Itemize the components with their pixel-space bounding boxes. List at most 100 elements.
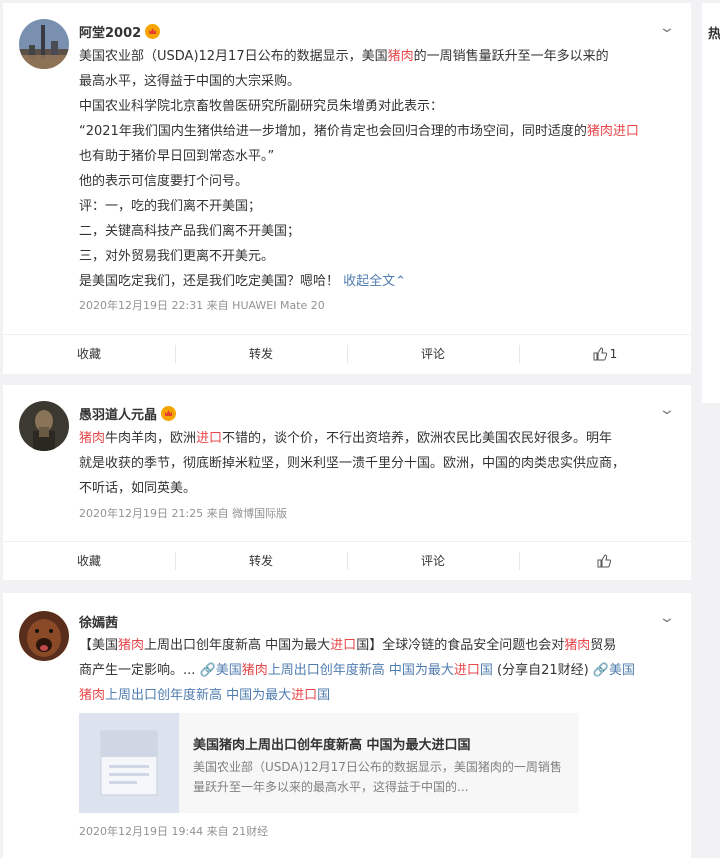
favorite-label: 收藏 <box>76 347 101 361</box>
favorite-button[interactable]: 收藏 <box>3 335 175 372</box>
comment-label: 评论 <box>420 554 445 568</box>
link-preview-card[interactable]: 美国猪肉上周出口创年度新高 中国为最大进口国 美国农业部（USDA)12月17日… <box>79 713 579 813</box>
keyword-highlight: 进口 <box>291 688 318 703</box>
text-run: 他的表示可信度要打个问号。 <box>79 174 249 189</box>
inline-link[interactable]: 国 <box>480 663 493 678</box>
chevron-down-icon[interactable]: ⌄ <box>658 402 676 418</box>
repost-button[interactable]: 转发 <box>175 542 347 579</box>
text-run: 牛肉羊肉，欧洲 <box>105 431 197 446</box>
favorite-button[interactable]: 收藏 <box>3 542 175 579</box>
post-text: 【美国猪肉上周出口创年度新高 中国为最大进口国】全球冷链的食品安全问题也会对猪肉… <box>79 633 677 708</box>
comment-button[interactable]: 评论 <box>347 542 519 579</box>
username[interactable]: 愚羽道人元晶 <box>79 404 177 423</box>
text-run: (分享自21财经) <box>492 663 593 678</box>
text-run: 是美国吃定我们，还是我们吃定美国？嗯哈！ <box>79 274 344 289</box>
preview-description: 美国农业部（USDA)12月17日公布的数据显示，美国猪肉的一周销售量跃升至一年… <box>193 760 562 794</box>
username[interactable]: 徐嫣茜 <box>79 612 118 631</box>
inline-link[interactable]: 国 <box>317 688 330 703</box>
favorite-label: 收藏 <box>76 554 101 568</box>
repost-label: 转发 <box>248 554 273 568</box>
post-text-line: 猪肉上周出口创年度新高 中国为最大进口国 <box>79 683 677 708</box>
text-run: 二，关键高科技产品我们离不开美国； <box>79 224 301 239</box>
repost-button[interactable]: 转发 <box>175 335 347 372</box>
post-text-line: 就是收获的季节，彻底断掉米粒坚，则米利坚一溃千里分十国。欧洲，中国的肉类忠实供应… <box>79 451 677 476</box>
keyword-highlight: 猪肉进口 <box>586 124 639 139</box>
text-run: 最高水平，这得益于中国的大宗采购。 <box>79 74 301 89</box>
text-run: 三，对外贸易我们更离不开美元。 <box>79 249 275 264</box>
post-meta: 2020年12月19日 21:25 来自 微博国际版 <box>79 507 288 520</box>
post-text-line: “2021年我们国内生猪供给进一步增加，猪价肯定也会回归合理的市场空间，同时适度… <box>79 119 677 144</box>
post-text-line: 猪肉牛肉羊肉，欧洲进口不错的，谈个价，不行出资培养，欧洲农民比美国农民好很多。明… <box>79 426 677 451</box>
post-text-line: 是美国吃定我们，还是我们吃定美国？嗯哈！ 收起全文⌃ <box>79 269 677 294</box>
chevron-down-icon[interactable]: ⌄ <box>658 610 676 626</box>
action-bar: 收藏 转发 评论 <box>3 541 691 579</box>
vip-crown-icon <box>161 406 177 421</box>
inline-link[interactable]: 🔗美国 <box>593 663 635 678</box>
keyword-highlight: 进口 <box>196 431 223 446</box>
inline-link[interactable]: ⌃ <box>395 274 406 289</box>
avatar[interactable] <box>19 611 69 661</box>
post-card: 徐嫣茜 ⌄ 【美国猪肉上周出口创年度新高 中国为最大进口国】全球冷链的食品安全问… <box>3 593 691 858</box>
keyword-highlight: 猪肉 <box>79 688 106 703</box>
text-run: 的一周销售量跃升至一年多以来的 <box>413 49 609 64</box>
avatar[interactable] <box>19 401 69 451</box>
post-meta: 2020年12月19日 22:31 来自 HUAWEI Mate 20 <box>79 299 325 312</box>
text-run: 国】全球冷链的食品安全问题也会对 <box>356 638 565 653</box>
action-bar: 收藏 转发 评论 1 <box>3 334 691 372</box>
thumbs-up-icon <box>597 553 611 567</box>
post-text-line: 评：一，吃的我们离不开美国； <box>79 194 677 219</box>
inline-link[interactable]: 🔗美国 <box>200 663 242 678</box>
text-run: 【美国 <box>79 638 119 653</box>
avatar[interactable] <box>19 19 69 69</box>
text-run: 不错的，谈个价，不行出资培养，欧洲农民比美国农民好很多。明年 <box>222 431 613 446</box>
right-sidebar: 热 <box>702 3 720 403</box>
keyword-highlight: 猪肉 <box>241 663 268 678</box>
inline-link[interactable]: 上周出口创年度新高 中国为最大 <box>268 663 454 678</box>
sidebar-label: 热 <box>708 27 720 42</box>
text-run: 就是收获的季节，彻底断掉米粒坚，则米利坚一溃千里分十国。欧洲，中国的肉类忠实供应… <box>79 456 626 471</box>
comment-label: 评论 <box>420 347 445 361</box>
keyword-highlight: 进口 <box>453 663 480 678</box>
keyword-highlight: 猪肉 <box>79 431 106 446</box>
vip-crown-icon <box>145 24 161 39</box>
post-text-line: 不听话，如同英美。 <box>79 476 677 501</box>
post-text-line: 他的表示可信度要打个问号。 <box>79 169 677 194</box>
text-run: “2021年我们国内生猪供给进一步增加，猪价肯定也会回归合理的市场空间，同时适度… <box>79 124 587 139</box>
inline-link[interactable]: 收起全文 <box>343 274 395 289</box>
inline-link[interactable]: 上周出口创年度新高 中国为最大 <box>105 688 291 703</box>
text-run: 也有助于猪价早日回到常态水平。” <box>79 149 275 164</box>
chevron-down-icon[interactable]: ⌄ <box>658 20 676 36</box>
text-run: 上周出口创年度新高 中国为最大 <box>144 638 331 653</box>
post-text-line: 最高水平，这得益于中国的大宗采购。 <box>79 69 677 94</box>
text-run: 商产生一定影响。... <box>79 663 200 678</box>
keyword-highlight: 猪肉 <box>118 638 145 653</box>
post-text-line: 【美国猪肉上周出口创年度新高 中国为最大进口国】全球冷链的食品安全问题也会对猪肉… <box>79 633 677 658</box>
image-placeholder-icon <box>79 713 179 813</box>
post-text-line: 二，关键高科技产品我们离不开美国； <box>79 219 677 244</box>
post-text: 美国农业部（USDA)12月17日公布的数据显示，美国猪肉的一周销售量跃升至一年… <box>79 44 677 294</box>
keyword-highlight: 进口 <box>330 638 357 653</box>
post-text-line: 中国农业科学院北京畜牧兽医研究所副研究员朱增勇对此表示： <box>79 94 677 119</box>
post-text-line: 商产生一定影响。... 🔗美国猪肉上周出口创年度新高 中国为最大进口国 (分享自… <box>79 658 677 683</box>
post-text: 猪肉牛肉羊肉，欧洲进口不错的，谈个价，不行出资培养，欧洲农民比美国农民好很多。明… <box>79 426 677 501</box>
username[interactable]: 阿堂2002 <box>79 22 161 41</box>
preview-title: 美国猪肉上周出口创年度新高 中国为最大进口国 <box>193 738 471 753</box>
repost-label: 转发 <box>248 347 273 361</box>
keyword-highlight: 猪肉 <box>564 638 591 653</box>
post-meta: 2020年12月19日 19:44 来自 21财经 <box>79 825 269 838</box>
post-text-line: 也有助于猪价早日回到常态水平。” <box>79 144 677 169</box>
text-run: 美国农业部（USDA)12月17日公布的数据显示，美国 <box>79 49 388 64</box>
text-run: 贸易 <box>590 638 617 653</box>
post-text-line: 三，对外贸易我们更离不开美元。 <box>79 244 677 269</box>
post-card: 阿堂2002 ⌄ 美国农业部（USDA)12月17日公布的数据显示，美国猪肉的一… <box>3 3 691 374</box>
text-run: 不听话，如同英美。 <box>79 481 197 496</box>
like-button[interactable] <box>519 542 691 579</box>
like-count: 1 <box>609 346 618 361</box>
post-card: 愚羽道人元晶 ⌄ 猪肉牛肉羊肉，欧洲进口不错的，谈个价，不行出资培养，欧洲农民比… <box>3 385 691 580</box>
keyword-highlight: 猪肉 <box>387 49 414 64</box>
text-run: 评：一，吃的我们离不开美国； <box>79 199 262 214</box>
text-run: 中国农业科学院北京畜牧兽医研究所副研究员朱增勇对此表示： <box>79 99 444 114</box>
comment-button[interactable]: 评论 <box>347 335 519 372</box>
like-button[interactable]: 1 <box>519 335 691 372</box>
thumbs-up-icon <box>593 346 607 360</box>
